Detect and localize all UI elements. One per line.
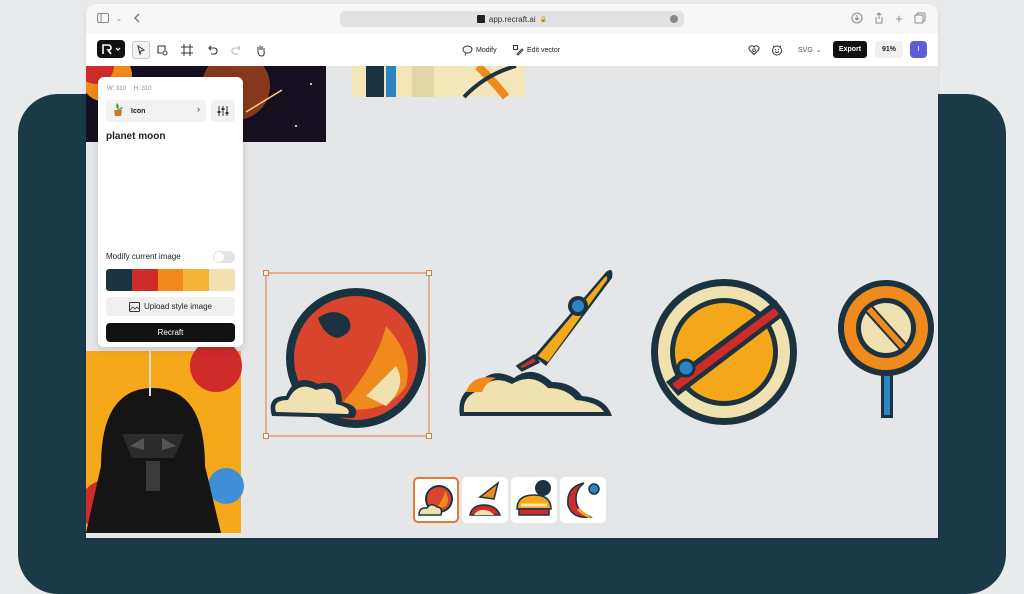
clear-url-icon[interactable] xyxy=(670,15,678,23)
address-bar[interactable]: app.recraft.ai 🔒 xyxy=(340,11,684,27)
site-favicon-icon xyxy=(476,15,485,23)
palette-swatch[interactable] xyxy=(131,269,158,291)
modify-button[interactable]: Modify xyxy=(462,42,497,58)
thumbnail-planet-moon-cloud[interactable] xyxy=(413,477,459,523)
format-dropdown[interactable]: SVG ⌄ xyxy=(798,42,822,58)
sliders-icon xyxy=(217,106,229,116)
image-upload-icon xyxy=(128,301,140,312)
edit-vector-icon xyxy=(513,44,524,56)
thumbnail-planet-pie[interactable] xyxy=(511,477,557,523)
prompt-panel: W: 310 H: 310 Icon › planet moon Modify … xyxy=(98,77,243,347)
select-tool-button[interactable] xyxy=(132,41,150,59)
upload-style-image-button[interactable]: Upload style image xyxy=(106,297,235,316)
modify-label: Modify xyxy=(476,46,497,54)
palette-swatch[interactable] xyxy=(209,269,235,291)
no-sign-lollipop-icon[interactable] xyxy=(838,280,934,418)
recraft-button[interactable]: Recraft xyxy=(106,323,235,342)
frame-tool-button[interactable] xyxy=(181,42,193,58)
share-icon[interactable] xyxy=(872,12,886,26)
edit-vector-label: Edit vector xyxy=(527,46,561,54)
chevron-down-icon[interactable]: ⌄ xyxy=(112,12,126,26)
darth-vader-artwork-image[interactable] xyxy=(86,340,244,533)
export-button[interactable]: Export xyxy=(833,41,867,58)
browser-bar: ⌄ app.recraft.ai 🔒 + xyxy=(86,4,938,34)
dimensions-readout: W: 310 H: 310 xyxy=(107,86,152,92)
rocket-cloud-icon[interactable] xyxy=(459,270,613,416)
download-icon[interactable] xyxy=(850,12,864,26)
palette-swatch[interactable] xyxy=(157,269,184,291)
back-arrow-icon[interactable] xyxy=(130,12,144,26)
palette-swatch[interactable] xyxy=(106,269,132,291)
planet-plate-icon[interactable] xyxy=(651,279,797,425)
style-selector[interactable]: Icon › xyxy=(106,100,206,122)
modify-current-image-label: Modify current image xyxy=(106,252,181,261)
style-settings-button[interactable] xyxy=(211,100,235,122)
modify-current-image-toggle[interactable] xyxy=(213,251,235,263)
style-label: Icon xyxy=(131,107,146,115)
hand-tool-icon[interactable] xyxy=(255,42,267,58)
planet-moon-icon[interactable] xyxy=(270,288,426,428)
chevron-right-icon: › xyxy=(197,104,200,114)
color-palette[interactable] xyxy=(106,269,235,291)
redo-icon[interactable] xyxy=(231,42,243,58)
prompt-input[interactable]: planet moon xyxy=(106,131,165,142)
format-label: SVG xyxy=(798,46,813,54)
height-readout[interactable]: H: 310 xyxy=(134,86,152,92)
edit-vector-button[interactable]: Edit vector xyxy=(513,42,560,58)
new-tab-icon[interactable]: + xyxy=(892,12,906,26)
face-smile-icon[interactable] xyxy=(771,42,783,58)
width-readout[interactable]: W: 310 xyxy=(107,86,126,92)
like-icon[interactable] xyxy=(748,42,760,58)
thumbnail-crescent-moon[interactable] xyxy=(560,477,606,523)
sidebar-toggle-icon[interactable] xyxy=(96,12,110,26)
style-thumbnail-icon xyxy=(111,101,125,122)
astronaut-artwork-image[interactable] xyxy=(352,66,525,100)
url-text: app.recraft.ai xyxy=(488,14,536,24)
zoom-level-button[interactable]: 91% xyxy=(875,41,903,58)
upload-style-image-label: Upload style image xyxy=(143,302,213,311)
variations-strip xyxy=(413,477,606,523)
recraft-menu-button[interactable] xyxy=(97,40,125,58)
app-toolbar: Modify Edit vector SVG ⌄ Export 91% I xyxy=(86,34,938,67)
modify-icon xyxy=(462,45,473,56)
palette-swatch[interactable] xyxy=(183,269,210,291)
lasso-tool-button[interactable] xyxy=(156,42,168,58)
avatar[interactable]: I xyxy=(910,41,927,58)
thumbnail-rocket-cloud[interactable] xyxy=(462,477,508,523)
tabs-overview-icon[interactable] xyxy=(913,12,927,26)
undo-icon[interactable] xyxy=(206,42,218,58)
chevron-down-icon: ⌄ xyxy=(815,47,822,54)
lock-icon: 🔒 xyxy=(539,16,548,23)
